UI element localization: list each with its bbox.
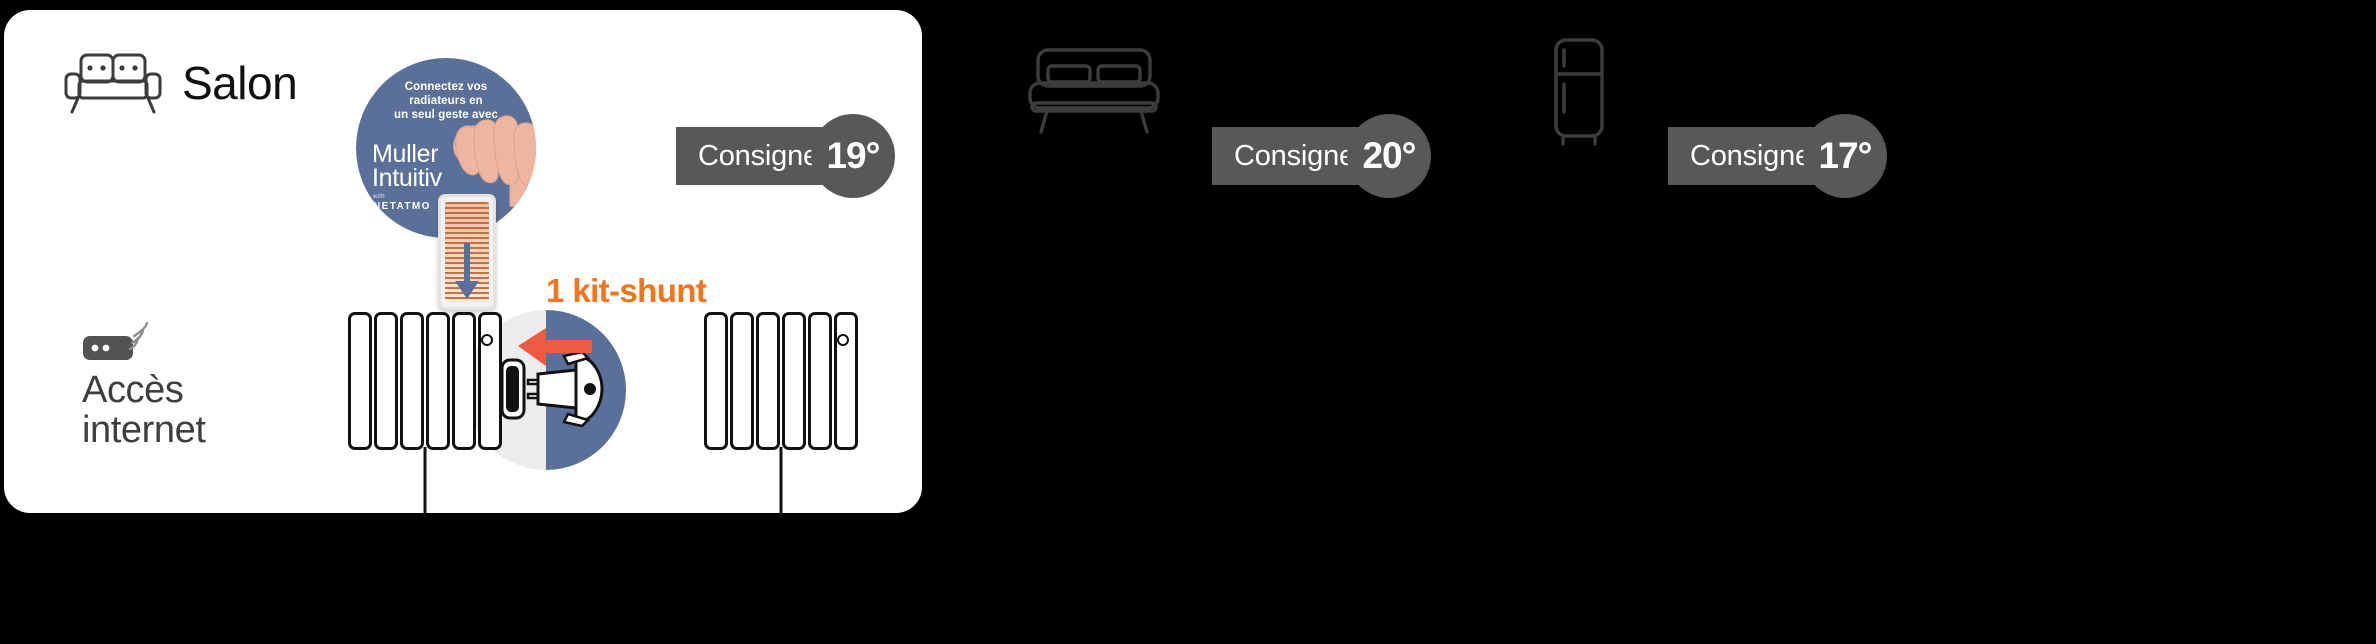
sofa-icon xyxy=(62,52,166,114)
setpoint-label: Consigne xyxy=(698,139,819,172)
radiator-fin xyxy=(426,312,450,450)
setpoint-badge-kitchen[interactable]: Consigne 17° xyxy=(1668,114,1887,198)
radiator-fin xyxy=(782,312,806,450)
promo-with-label: with xyxy=(373,194,385,200)
diagram-canvas: Salon Accès internet Connectez vos radia… xyxy=(0,0,2376,644)
radiator-right xyxy=(704,312,858,517)
bed-icon xyxy=(1028,48,1160,134)
radiator-fin xyxy=(478,312,502,450)
fridge-icon xyxy=(1554,38,1604,146)
kit-shunt-label: 1 kit-shunt xyxy=(546,272,707,309)
radiator-fin xyxy=(374,312,398,450)
radiator-fin xyxy=(756,312,780,450)
radiator-fin xyxy=(452,312,476,450)
radiator-fin xyxy=(400,312,424,450)
internet-access-block: Accès internet xyxy=(82,321,206,451)
setpoint-value-pill: 17° xyxy=(1802,114,1887,198)
setpoint-value-pill: 19° xyxy=(810,114,895,198)
internet-access-label: Accès internet xyxy=(82,370,206,451)
setpoint-value: 19° xyxy=(826,135,880,176)
promo-brand: Muller Intuitiv xyxy=(372,142,442,192)
setpoint-badge-bedroom[interactable]: Consigne 20° xyxy=(1212,114,1431,198)
internet-access-line1: Accès xyxy=(82,369,184,411)
setpoint-value-pill: 20° xyxy=(1346,114,1431,198)
radiator-fin xyxy=(808,312,832,450)
setpoint-value: 20° xyxy=(1362,135,1416,176)
radiator-right-body xyxy=(704,312,858,450)
room-header: Salon xyxy=(62,52,298,114)
internet-access-line2: internet xyxy=(82,409,206,452)
radiator-indicator-dot xyxy=(481,334,493,346)
room-card-salon: Salon Accès internet Connectez vos radia… xyxy=(4,10,922,517)
setpoint-badge-salon[interactable]: Consigne 19° xyxy=(676,114,895,198)
radiator-left xyxy=(348,312,502,517)
room-title: Salon xyxy=(182,57,298,109)
radiator-fin xyxy=(730,312,754,450)
down-arrow-icon xyxy=(455,243,479,299)
setpoint-value: 17° xyxy=(1818,135,1872,176)
red-arrow-icon xyxy=(518,328,592,366)
radiator-indicator-dot xyxy=(837,334,849,346)
radiator-fin xyxy=(348,312,372,450)
promo-brand-line2: Intuitiv xyxy=(372,164,442,192)
radiator-fin xyxy=(704,312,728,450)
radiator-fin xyxy=(834,312,858,450)
radiator-connection-line xyxy=(423,447,427,517)
radiator-left-body xyxy=(348,312,502,450)
setpoint-label: Consigne xyxy=(1690,139,1811,172)
router-wifi-icon xyxy=(82,321,156,364)
setpoint-label: Consigne xyxy=(1234,139,1355,172)
intuitiv-device xyxy=(438,194,496,310)
radiator-connection-line xyxy=(779,447,783,517)
promo-partner-label: NETATMO xyxy=(373,201,431,212)
